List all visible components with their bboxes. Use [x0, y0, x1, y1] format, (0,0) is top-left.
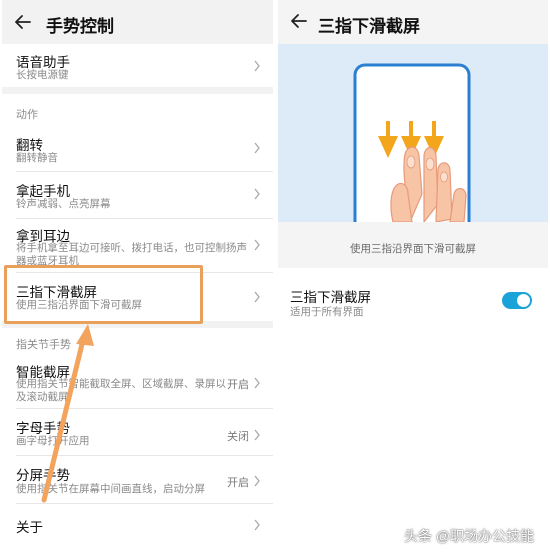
- list-item-pick-up-phone[interactable]: 拿起手机 铃声减弱、点亮屏幕: [2, 171, 273, 218]
- back-arrow-icon[interactable]: [14, 13, 32, 31]
- chevron-right-icon: [254, 429, 260, 441]
- row-title: 拿起手机: [16, 184, 70, 199]
- row-subtitle: 使用指关节在屏幕中间画直线，启动分屏: [16, 483, 205, 495]
- three-finger-screenshot-toggle[interactable]: [502, 292, 532, 309]
- list-item-voice-assistant[interactable]: 语音助手 长按电源键: [2, 44, 273, 87]
- row-subtitle: 翻转静音: [16, 152, 58, 164]
- toggle-knob: [517, 294, 530, 307]
- top-bar: 手势控制: [2, 0, 273, 46]
- highlight-box: [4, 265, 203, 324]
- setting-subtitle: 适用于所有界面: [290, 306, 364, 318]
- top-bar: 三指下滑截屏: [278, 0, 548, 46]
- chevron-right-icon: [254, 142, 260, 154]
- row-title: 语音助手: [16, 55, 70, 70]
- row-subtitle: 铃声减弱、点亮屏幕: [16, 198, 111, 210]
- watermark-text: 头条 @职场办公技能: [404, 528, 535, 544]
- status-value: 开启: [227, 477, 249, 489]
- row-subtitle: 使用指关节智能截取全屏、区域截屏、录屏以及滚动截屏: [16, 378, 226, 403]
- chevron-right-icon: [254, 475, 260, 487]
- three-finger-screenshot-screen: 三指下滑截屏 使用三指沿界面下滑可截屏 三指下滑截屏 适用于所有界面: [278, 0, 548, 557]
- three-finger-swipe-icon: [353, 63, 471, 237]
- chevron-right-icon: [254, 60, 260, 72]
- gesture-illustration: [278, 44, 548, 237]
- row-title: 翻转: [16, 138, 43, 153]
- list-item-split-screen-gesture[interactable]: 分屏手势 使用指关节在屏幕中间画直线，启动分屏 开启: [2, 455, 273, 503]
- list-item-letter-gesture[interactable]: 字母手势 画字母打开应用 关闭: [2, 408, 273, 455]
- chevron-right-icon: [254, 291, 260, 303]
- page-title: 手势控制: [46, 17, 114, 36]
- list-item-raise-to-ear[interactable]: 拿到耳边 将手机拿至耳边可接听、拨打电话，也可控制扬声器或蓝牙耳机: [2, 218, 273, 272]
- back-arrow-icon[interactable]: [290, 12, 308, 30]
- section-label-knuckle: 指关节手势: [16, 339, 71, 351]
- row-subtitle: 长按电源键: [16, 69, 69, 81]
- knuckle-section-card: 指关节手势 智能截屏 使用指关节智能截取全屏、区域截屏、录屏以及滚动截屏 开启 …: [2, 328, 273, 557]
- setting-card: 三指下滑截屏 适用于所有界面: [278, 268, 548, 557]
- voice-assistant-card: 语音助手 长按电源键: [2, 44, 273, 87]
- chevron-right-icon: [254, 377, 260, 389]
- chevron-right-icon: [254, 239, 260, 251]
- row-title: 分屏手势: [16, 468, 70, 483]
- list-item-about[interactable]: 关于: [2, 503, 273, 545]
- chevron-right-icon: [254, 188, 260, 200]
- row-title: 字母手势: [16, 421, 70, 436]
- list-item-flip[interactable]: 翻转 翻转静音: [2, 124, 273, 171]
- chevron-right-icon: [254, 519, 260, 531]
- setting-title: 三指下滑截屏: [290, 290, 371, 305]
- section-label-action: 动作: [16, 109, 38, 121]
- row-title: 关于: [16, 520, 43, 535]
- row-subtitle: 画字母打开应用: [16, 435, 90, 447]
- status-value: 关闭: [227, 431, 249, 443]
- feature-description: 使用三指沿界面下滑可截屏: [350, 243, 476, 255]
- list-item-smart-screenshot[interactable]: 智能截屏 使用指关节智能截取全屏、区域截屏、录屏以及滚动截屏 开启: [2, 352, 273, 408]
- status-value: 开启: [227, 379, 249, 391]
- page-title: 三指下滑截屏: [318, 17, 420, 36]
